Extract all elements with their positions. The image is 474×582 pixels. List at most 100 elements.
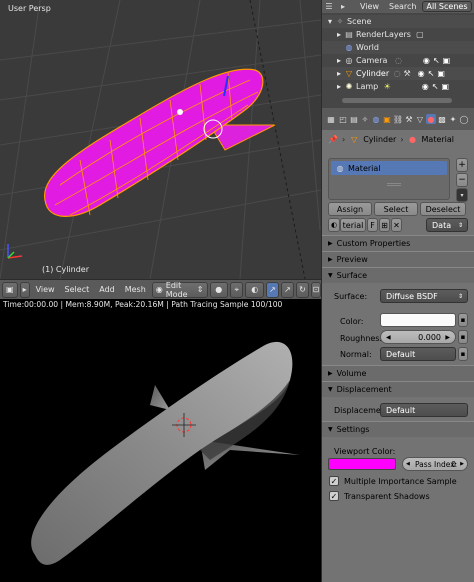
- expand-icon[interactable]: ▸: [334, 30, 344, 40]
- transparent-shadows-checkbox[interactable]: ✓: [329, 491, 339, 501]
- mis-checkbox[interactable]: ✓: [329, 476, 339, 486]
- color-swatch[interactable]: [380, 313, 456, 327]
- assign-button[interactable]: Assign: [328, 202, 372, 216]
- material-tab-icon[interactable]: ●: [426, 114, 436, 124]
- outliner-item-lamp[interactable]: ▸ ✺ Lamp ☀ ◉ ↖ ▣: [322, 80, 474, 93]
- panel-settings[interactable]: ▼ Settings: [322, 421, 474, 437]
- expand-icon[interactable]: ▸: [334, 69, 344, 79]
- select-button[interactable]: Select: [374, 202, 418, 216]
- panel-volume[interactable]: ▶ Volume: [322, 365, 474, 381]
- constraints-tab-icon[interactable]: ⛓: [393, 114, 403, 124]
- viewport-color-swatch[interactable]: [328, 458, 396, 470]
- editor-type-icon[interactable]: ▣: [2, 281, 18, 298]
- modifiers-tab-icon[interactable]: ⚒: [404, 114, 414, 124]
- panel-preview[interactable]: ▶ Preview: [322, 251, 474, 267]
- roughness-link-button[interactable]: ▪: [458, 330, 468, 344]
- scene-tab-icon[interactable]: ✧: [360, 114, 370, 124]
- rotate-icon[interactable]: ↻: [295, 281, 309, 298]
- pin-icon[interactable]: 📌: [328, 134, 338, 144]
- expand-icon[interactable]: ▸: [334, 56, 344, 66]
- material-name-field[interactable]: terial: [340, 218, 366, 232]
- deselect-button[interactable]: Deselect: [420, 202, 466, 216]
- outliner-menu-search[interactable]: Search: [389, 2, 416, 11]
- object-tab-icon[interactable]: ▣: [382, 114, 392, 124]
- link-dropdown[interactable]: Data ⇕: [426, 218, 468, 232]
- expand-icon[interactable]: ▾: [325, 17, 335, 27]
- layers-icon[interactable]: ◐: [245, 281, 264, 298]
- layers-tab-icon[interactable]: ▤: [349, 114, 359, 124]
- displacement-dropdown[interactable]: Default: [380, 403, 468, 417]
- slot-specials-button[interactable]: ▾: [456, 188, 468, 202]
- unlink-material-icon[interactable]: ✕: [391, 218, 402, 232]
- remove-slot-button[interactable]: −: [456, 173, 468, 187]
- shading-dropdown[interactable]: ●: [209, 281, 229, 298]
- camera-tab-icon[interactable]: ◰: [338, 114, 348, 124]
- breadcrumb-material: Material: [421, 134, 455, 144]
- browse-material-icon[interactable]: ◐: [328, 218, 340, 232]
- new-material-icon[interactable]: ⊞: [379, 218, 390, 232]
- render-camera-icon[interactable]: ▣: [441, 56, 451, 66]
- selectable-arrow-icon[interactable]: ↖: [430, 82, 440, 92]
- particles-tab-icon[interactable]: ✦: [448, 114, 458, 124]
- properties-editor-icon[interactable]: ▦: [325, 114, 337, 124]
- selectable-arrow-icon[interactable]: ↖: [426, 69, 436, 79]
- render-viewport[interactable]: [0, 310, 321, 582]
- outliner-item-scene[interactable]: ▾ ✧ Scene: [322, 15, 474, 28]
- pass-index-field[interactable]: ◀ Pass Index: 0 ▶: [402, 457, 468, 471]
- menu-collapse-icon[interactable]: ▸: [19, 281, 30, 298]
- decrement-icon[interactable]: ◀: [386, 334, 391, 341]
- outliner-item-camera[interactable]: ▸ ◎ Camera ◌ ◉ ↖ ▣: [322, 54, 474, 67]
- visibility-eye-icon[interactable]: ◉: [416, 69, 426, 79]
- outliner-collapse-icon[interactable]: ▸: [338, 2, 348, 12]
- scale-icon[interactable]: ⊡: [310, 281, 321, 298]
- mode-dropdown[interactable]: ◉ Edit Mode ⇕: [151, 281, 208, 299]
- add-slot-button[interactable]: +: [456, 158, 468, 172]
- normal-link-button[interactable]: ▪: [458, 347, 468, 361]
- visibility-eye-icon[interactable]: ◉: [421, 56, 431, 66]
- panel-custom-properties[interactable]: ▶ Custom Properties: [322, 235, 474, 251]
- texture-tab-icon[interactable]: ▩: [437, 114, 447, 124]
- fake-user-button[interactable]: F: [367, 218, 378, 232]
- outliner-item-renderlayers[interactable]: ▸ ▤ RenderLayers ▢: [322, 28, 474, 41]
- pivot-icon[interactable]: ⌖: [230, 281, 244, 298]
- decrement-icon[interactable]: ◀: [406, 461, 410, 467]
- menu-add[interactable]: Add: [95, 285, 119, 294]
- viewport-header: ▣ ▸ View Select Add Mesh ◉ Edit Mode ⇕ ●…: [0, 279, 321, 299]
- outliner-scrollbar[interactable]: [342, 98, 452, 103]
- panel-surface[interactable]: ▼ Surface: [322, 267, 474, 283]
- outliner-item-cylinder[interactable]: ▸ ▽ Cylinder ◌ ⚒ ◉ ↖ ▣: [322, 67, 474, 80]
- menu-view[interactable]: View: [32, 285, 59, 294]
- outliner-display-mode[interactable]: All Scenes: [422, 1, 472, 12]
- panel-displacement[interactable]: ▼ Displacement: [322, 381, 474, 397]
- menu-select[interactable]: Select: [61, 285, 94, 294]
- expand-icon[interactable]: ▸: [334, 82, 344, 92]
- world-tab-icon[interactable]: ◍: [371, 114, 381, 124]
- normal-label: Normal:: [340, 350, 372, 359]
- color-link-button[interactable]: ▪: [458, 313, 468, 327]
- increment-icon[interactable]: ▶: [460, 461, 464, 467]
- selectable-arrow-icon[interactable]: ↖: [431, 56, 441, 66]
- manipulator-icon[interactable]: ↗: [265, 281, 279, 298]
- translate-icon[interactable]: ↗: [280, 281, 294, 298]
- pass-index-value: 0: [451, 459, 456, 469]
- outliner-menu-view[interactable]: View: [360, 2, 379, 11]
- roughness-field[interactable]: ◀ 0.000 ▶: [380, 330, 456, 344]
- scene-icon: ✧: [336, 17, 344, 26]
- outliner-editor-icon[interactable]: ☰: [324, 2, 334, 12]
- surface-shader-dropdown[interactable]: Diffuse BSDF ⇕: [380, 289, 468, 303]
- visibility-eye-icon[interactable]: ◉: [420, 82, 430, 92]
- outliner-item-label: RenderLayers: [356, 30, 411, 39]
- menu-mesh[interactable]: Mesh: [121, 285, 150, 294]
- render-camera-icon[interactable]: ▣: [436, 69, 446, 79]
- increment-icon[interactable]: ▶: [445, 334, 450, 341]
- list-resize-handle[interactable]: [387, 183, 401, 186]
- physics-tab-icon[interactable]: ◯: [459, 114, 469, 124]
- outliner-item-world[interactable]: ◍ World: [322, 41, 474, 54]
- render-camera-icon[interactable]: ▣: [440, 82, 450, 92]
- data-tab-icon[interactable]: ▽: [415, 114, 425, 124]
- normal-dropdown[interactable]: Default: [380, 347, 456, 361]
- 3d-viewport[interactable]: User Persp (1) Cylinder: [0, 0, 321, 279]
- displacement-value: Default: [386, 405, 416, 415]
- material-slot-item[interactable]: ◍ Material: [331, 161, 447, 175]
- material-sphere-icon: ◍: [336, 163, 344, 173]
